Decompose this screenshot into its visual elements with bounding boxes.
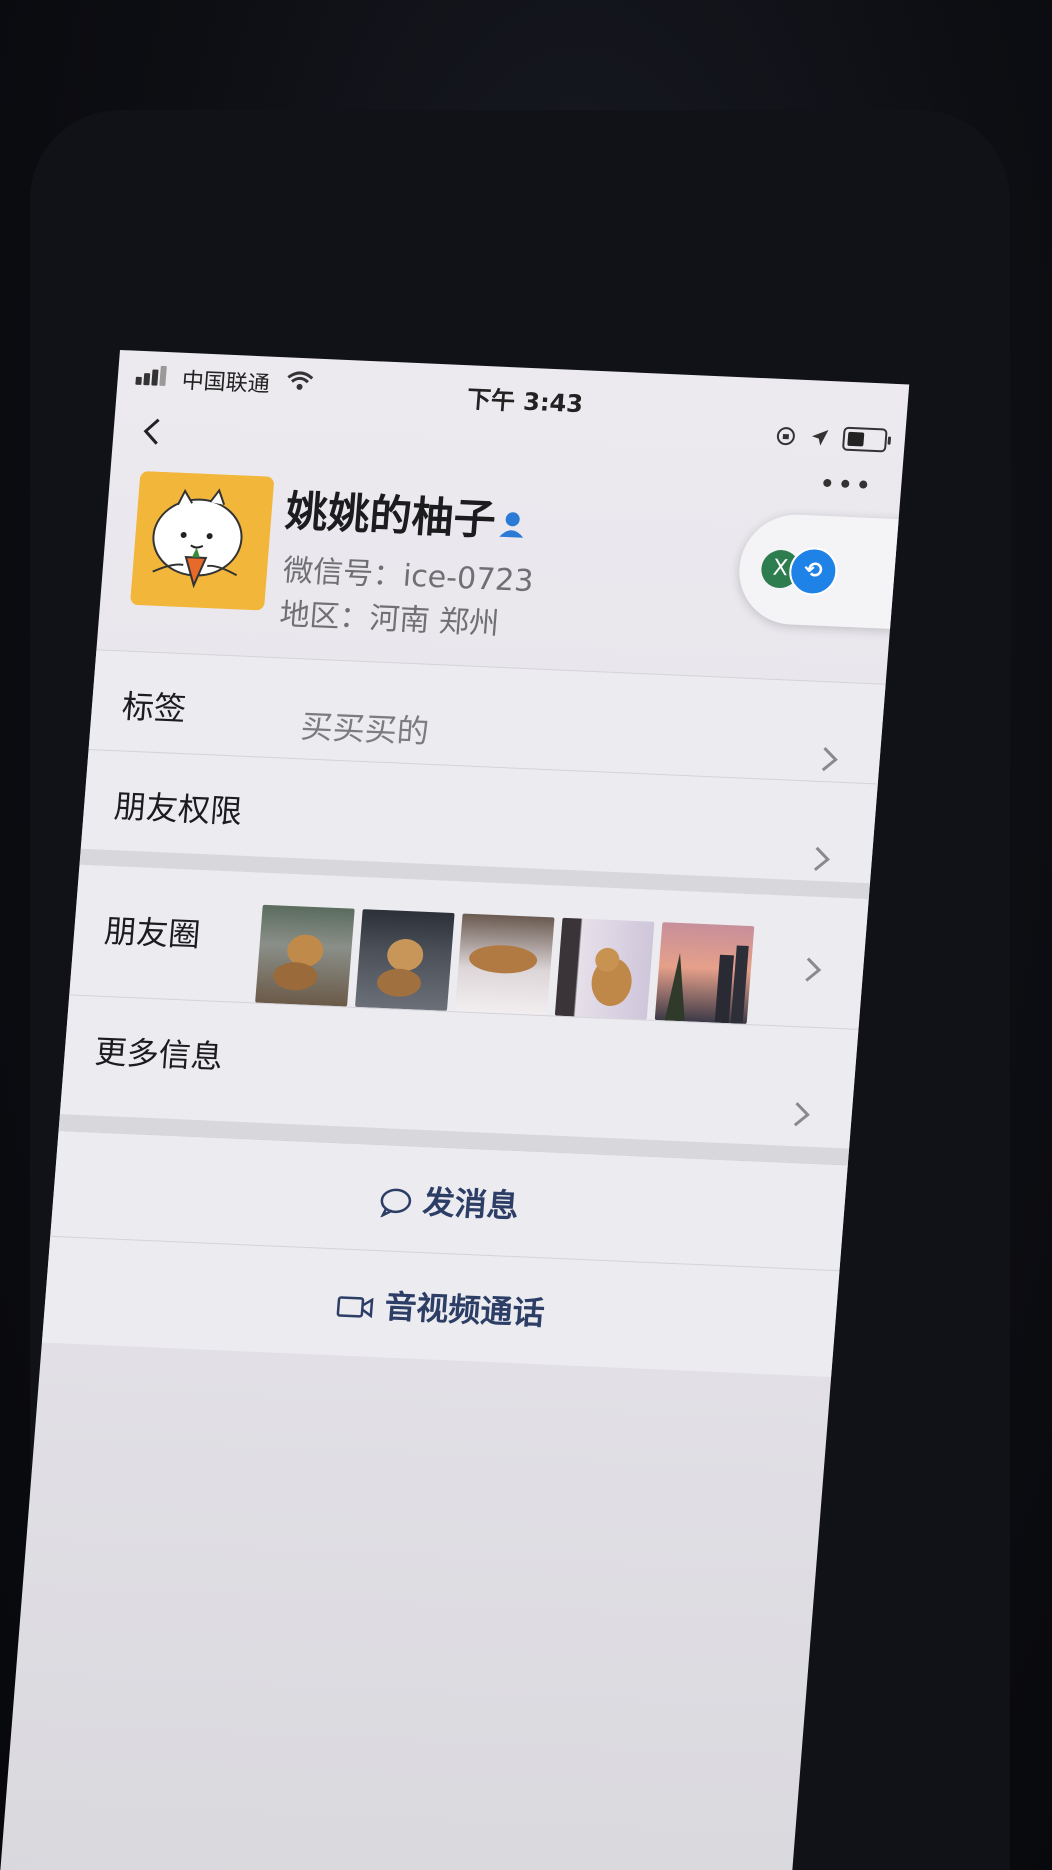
- avatar-cartoon-icon: [130, 471, 275, 611]
- wifi-icon: [287, 371, 314, 390]
- send-message-label: 发消息: [421, 1183, 521, 1226]
- av-call-label: 音视频通话: [383, 1287, 546, 1333]
- avatar[interactable]: [130, 471, 275, 611]
- chevron-right-icon: [813, 846, 830, 871]
- chevron-right-icon: [793, 1102, 810, 1127]
- signal-icon: [135, 365, 173, 387]
- info-list: 标签 买买买的 朋友权限: [80, 649, 886, 885]
- phone-screen: 中国联通 下午 3:43 姚姚的柚子 微信号：ice-0723 地区：河南 郑州…: [0, 350, 910, 1870]
- region: 地区：河南 郑州: [278, 597, 501, 642]
- chevron-right-icon: [821, 747, 838, 772]
- moments-photo-dog-2: [355, 909, 455, 1011]
- tags-value: 买买买的: [299, 707, 431, 751]
- moments-photo-dog-1: [255, 904, 355, 1007]
- more-icon[interactable]: [821, 475, 872, 493]
- av-call-content: 音视频通话: [44, 1267, 837, 1347]
- chat-bubble-icon: [379, 1188, 412, 1219]
- carrier-name: 中国联通: [180, 368, 271, 398]
- floating-app-icon: ⟲: [787, 546, 840, 597]
- moments-photo-dog-3: [454, 913, 555, 1016]
- moments-photo-sunset: [654, 922, 755, 1024]
- person-icon: [499, 512, 524, 538]
- status-time: 下午 3:43: [465, 385, 585, 419]
- chevron-right-icon: [805, 957, 822, 982]
- moments-photo-dog-4: [554, 917, 655, 1020]
- profile-name: 姚姚的柚子: [283, 486, 498, 545]
- floating-window-bubble[interactable]: X ⟲: [735, 512, 904, 630]
- moments-list: 朋友圈 更多信息: [59, 864, 869, 1150]
- tags-label: 标签: [120, 687, 188, 729]
- permissions-label: 朋友权限: [112, 787, 244, 831]
- moments-label: 朋友圈: [102, 911, 202, 955]
- more-info-label: 更多信息: [93, 1032, 225, 1077]
- back-icon[interactable]: [139, 417, 169, 446]
- video-camera-icon: [336, 1296, 374, 1319]
- send-message-content: 发消息: [53, 1161, 846, 1241]
